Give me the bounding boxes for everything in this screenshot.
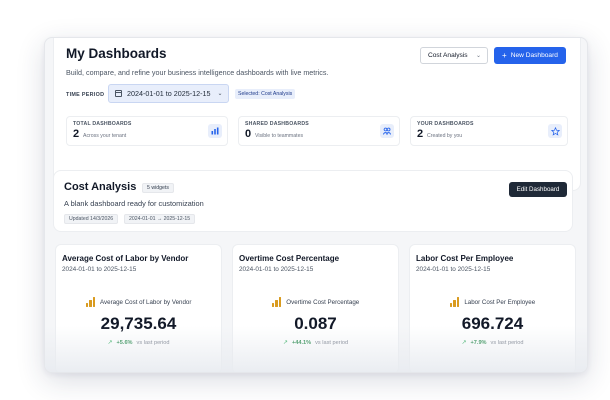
bar-chart-icon bbox=[449, 297, 460, 307]
dashboards-header-panel: My Dashboards Build, compare, and refine… bbox=[53, 38, 581, 191]
widget-title: Labor Cost Per Employee bbox=[416, 254, 514, 263]
time-period-picker[interactable]: 2024-01-01 to 2025-12-15 ⌄ bbox=[108, 84, 229, 103]
metric-value: 29,735.64 bbox=[100, 314, 177, 333]
plus-icon: + bbox=[502, 50, 507, 60]
metric-label: Labor Cost Per Employee bbox=[464, 298, 536, 306]
dashboard-title: Cost Analysis bbox=[64, 181, 137, 193]
widget-title: Average Cost of Labor by Vendor bbox=[62, 254, 189, 263]
trend-comparison: vs last period bbox=[136, 339, 170, 346]
date-range-badge: 2024-01-01 → 2025-12-15 bbox=[124, 214, 196, 224]
stat-count: 2 bbox=[73, 128, 80, 140]
dashboard-select[interactable]: Cost Analysis ⌄ bbox=[420, 47, 488, 64]
stat-card-yours: YOUR DASHBOARDS 2 Created by you bbox=[410, 116, 568, 146]
trend-up-icon: ↗ bbox=[461, 340, 467, 346]
calendar-icon bbox=[115, 90, 122, 97]
updated-badge: Updated 14/3/2026 bbox=[64, 214, 119, 224]
page-subtitle: Build, compare, and refine your business… bbox=[66, 68, 329, 77]
stat-card-shared: SHARED DASHBOARDS 0 Visible to teammates bbox=[238, 116, 400, 146]
trend-up-icon: ↗ bbox=[107, 340, 113, 346]
metric-header: Labor Cost Per Employee bbox=[410, 297, 575, 307]
metric-value: 696.724 bbox=[461, 314, 524, 333]
dashboard-info-panel: Cost Analysis 5 widgets A blank dashboar… bbox=[53, 170, 573, 232]
stat-card-total: TOTAL DASHBOARDS 2 Across your tenant bbox=[66, 116, 228, 146]
trend-change: +44.1% bbox=[291, 339, 312, 346]
bar-chart-icon bbox=[85, 297, 96, 307]
stat-label: YOUR DASHBOARDS bbox=[417, 121, 474, 127]
chevron-down-icon: ⌄ bbox=[475, 53, 481, 59]
metric-trend: ↗ +7.9% vs last period bbox=[410, 339, 575, 347]
metric-label: Average Cost of Labor by Vendor bbox=[100, 298, 192, 306]
metric-header: Average Cost of Labor by Vendor bbox=[56, 297, 221, 307]
widget-card[interactable]: Average Cost of Labor by Vendor 2024-01-… bbox=[55, 244, 222, 372]
widget-period: 2024-01-01 to 2025-12-15 bbox=[239, 266, 314, 273]
widget-card[interactable]: Labor Cost Per Employee 2024-01-01 to 20… bbox=[409, 244, 576, 372]
trend-comparison: vs last period bbox=[315, 339, 349, 346]
stat-desc: Across your tenant bbox=[83, 133, 127, 139]
trend-up-icon: ↗ bbox=[282, 340, 288, 346]
widget-period: 2024-01-01 to 2025-12-15 bbox=[62, 266, 137, 273]
metric-value: 0.087 bbox=[294, 314, 337, 333]
stat-desc: Visible to teammates bbox=[255, 133, 304, 139]
bar-chart-icon bbox=[271, 297, 282, 307]
widget-title: Overtime Cost Percentage bbox=[239, 254, 340, 263]
bar-chart-icon bbox=[208, 124, 222, 138]
new-dashboard-button[interactable]: + New Dashboard bbox=[494, 47, 566, 64]
star-icon bbox=[548, 124, 562, 138]
metric-label: Overtime Cost Percentage bbox=[286, 298, 360, 306]
widget-count-badge: 5 widgets bbox=[142, 183, 174, 193]
metric-trend: ↗ +5.6% vs last period bbox=[56, 339, 221, 347]
stat-count: 0 bbox=[245, 128, 252, 140]
time-period-label: TIME PERIOD bbox=[66, 92, 105, 98]
dashboard-select-value: Cost Analysis bbox=[428, 52, 468, 59]
stat-desc: Created by you bbox=[427, 133, 463, 139]
widget-card[interactable]: Overtime Cost Percentage 2024-01-01 to 2… bbox=[232, 244, 399, 372]
trend-comparison: vs last period bbox=[490, 339, 524, 346]
users-icon bbox=[380, 124, 394, 138]
stat-label: TOTAL DASHBOARDS bbox=[73, 121, 132, 127]
chevron-down-icon: ⌄ bbox=[217, 91, 223, 97]
edit-dashboard-button[interactable]: Edit Dashboard bbox=[509, 182, 567, 197]
dashboard-description: A blank dashboard ready for customizatio… bbox=[64, 199, 204, 208]
new-dashboard-label: New Dashboard bbox=[510, 52, 558, 59]
trend-change: +7.9% bbox=[470, 339, 487, 346]
metric-trend: ↗ +44.1% vs last period bbox=[233, 339, 398, 347]
metric-header: Overtime Cost Percentage bbox=[233, 297, 398, 307]
selected-dashboard-badge: Selected: Cost Analysis bbox=[235, 89, 296, 99]
widget-period: 2024-01-01 to 2025-12-15 bbox=[416, 266, 491, 273]
time-period-value: 2024-01-01 to 2025-12-15 bbox=[127, 89, 211, 98]
stat-label: SHARED DASHBOARDS bbox=[245, 121, 309, 127]
trend-change: +5.6% bbox=[116, 339, 133, 346]
page-title: My Dashboards bbox=[66, 46, 167, 61]
stat-count: 2 bbox=[417, 128, 424, 140]
app-window: My Dashboards Build, compare, and refine… bbox=[44, 37, 588, 373]
